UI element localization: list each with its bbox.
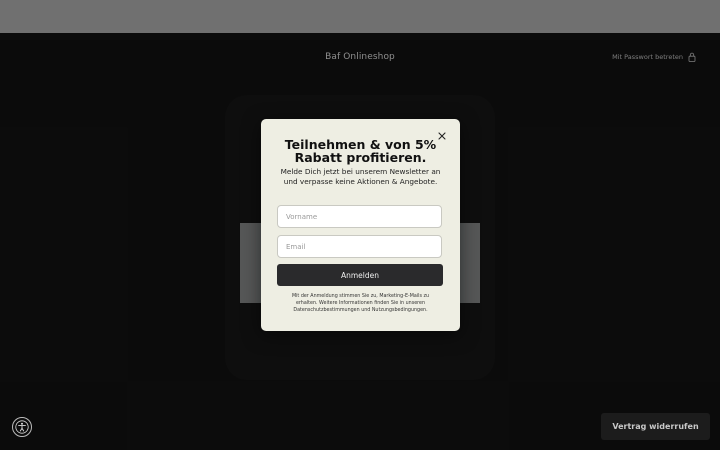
firstname-input[interactable]: [277, 205, 442, 228]
newsletter-popup: Teilnehmen & von 5% Rabatt profitieren. …: [261, 119, 460, 331]
withdraw-contract-button[interactable]: Vertrag widerrufen: [601, 413, 710, 440]
popup-subtitle: Melde Dich jetzt bei unserem Newsletter …: [280, 167, 441, 186]
accessibility-icon: [15, 420, 29, 434]
accessibility-button[interactable]: [12, 417, 32, 437]
email-input[interactable]: [277, 235, 442, 258]
popup-title: Teilnehmen & von 5% Rabatt profitieren.: [284, 137, 437, 165]
legal-notice: Mit der Anmeldung stimmen Sie zu, Market…: [291, 294, 430, 313]
subscribe-button[interactable]: Anmelden: [277, 264, 443, 286]
